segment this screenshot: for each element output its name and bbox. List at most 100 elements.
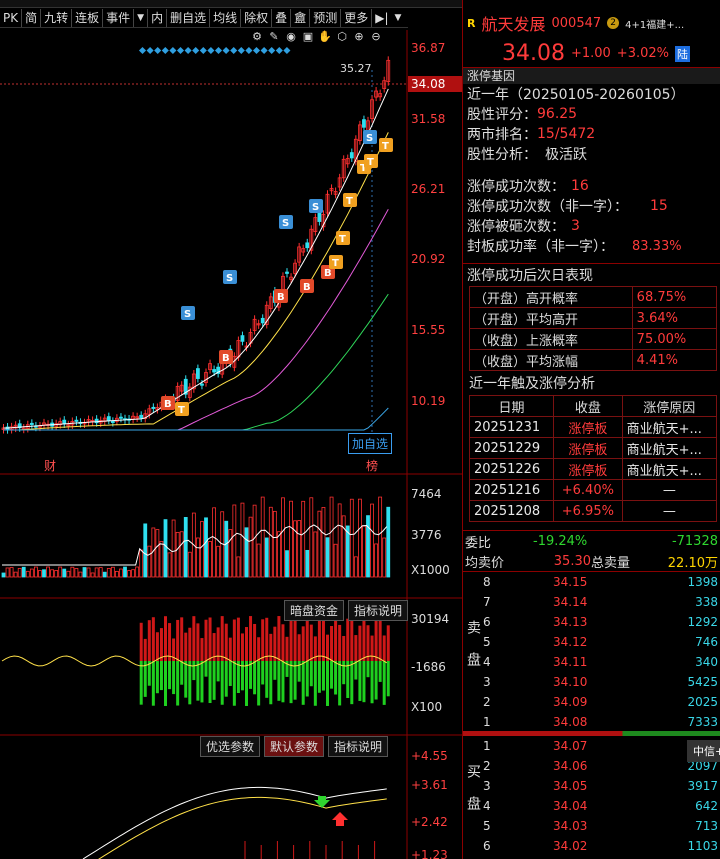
kline-chart-area[interactable]: SSSSSBBBBBTTTTTTT 36.87 34.08 31.58 26.2…: [0, 0, 462, 859]
inflow-bar: [370, 635, 374, 661]
stock-name[interactable]: 航天发展: [481, 11, 545, 35]
next-day-label: （收盘）上涨概率: [469, 328, 633, 350]
candle-body: [195, 368, 200, 379]
sell-row[interactable]: 8 34.15 1398: [483, 572, 720, 592]
order-book: 委比 -19.24% -71328 均卖价 35.30 总卖量 22.10万 卖…: [463, 530, 720, 856]
inflow-bar: [301, 626, 305, 661]
sell-volume: 338: [695, 595, 718, 609]
volume-bar: [252, 504, 257, 578]
inflow-bar: [289, 619, 293, 661]
dragon-tiger-list-marker[interactable]: 榜: [366, 458, 378, 473]
volume-bar: [349, 498, 354, 578]
volume-bar: [34, 566, 38, 578]
score-line: 股性评分： 96.25: [467, 104, 720, 124]
buy-row[interactable]: 6 34.02 1103: [483, 836, 720, 856]
sell-volume: 2025: [687, 695, 718, 709]
next-day-row: （收盘）平均涨幅 4.41%: [469, 349, 718, 371]
limit-analysis-table: 日期 收盘 涨停原因 20251231 涨停板 商业航天+... 20251229 涨…: [468, 395, 718, 522]
stock-header: R 航天发展 000547 2 4+1福建+...: [463, 0, 720, 40]
inflow-bar: [236, 617, 240, 661]
sell-row[interactable]: 6 34.13 1292: [483, 612, 720, 632]
buy-row[interactable]: 2 34.06 2097: [483, 756, 720, 776]
table-row[interactable]: 20251216 +6.40% —: [468, 479, 718, 501]
inflow-bar: [208, 617, 212, 661]
table-row[interactable]: 20251208 +6.95% —: [468, 500, 718, 522]
candle-body: [305, 242, 310, 249]
outflow-bar: [342, 661, 346, 685]
tag-count-badge: 2: [607, 17, 620, 29]
volume-bar: [212, 507, 217, 578]
volume-bar: [301, 500, 306, 578]
sell-row[interactable]: 5 34.12 746: [483, 632, 720, 652]
indicator-help-button[interactable]: 指标说明: [328, 736, 389, 757]
buy-row[interactable]: 4 34.04 642: [483, 796, 720, 816]
sell-row[interactable]: 2 34.09 2025: [483, 692, 720, 712]
outflow-bar: [362, 661, 366, 703]
buy-level: 3: [483, 779, 491, 793]
table-row[interactable]: 20251231 涨停板 商业航天+...: [468, 416, 718, 438]
outflow-bar: [358, 661, 362, 701]
volume-bar: [195, 537, 200, 578]
sell-row[interactable]: 7 34.14 338: [483, 592, 720, 612]
volume-bar: [362, 525, 366, 578]
table-row[interactable]: 20251226 涨停板 商业航天+...: [468, 458, 718, 480]
event-diamond-marker: [192, 46, 200, 55]
sell-row[interactable]: 4 34.11 340: [483, 652, 720, 672]
broken-line: 涨停被砸次数： 3: [467, 216, 720, 236]
sell-level: 4: [483, 655, 491, 669]
oscillator-signal-line: [98, 796, 387, 859]
signal-marker-label: T: [367, 157, 374, 168]
sell-price: 34.14: [553, 595, 588, 609]
candle-body: [119, 416, 123, 419]
buy-volume: 713: [695, 819, 718, 833]
dark-pool-button[interactable]: 暗盘资金: [284, 600, 345, 621]
inflow-bar: [257, 637, 261, 661]
volume-bar: [232, 504, 237, 578]
volume-bar: [374, 543, 379, 578]
optimal-params-button[interactable]: 优选参数: [200, 736, 261, 757]
volume-bar: [216, 545, 221, 578]
volume-unit-label: X1000: [411, 563, 450, 577]
default-params-button[interactable]: 默认参数: [264, 736, 325, 757]
signal-marker-label: S: [226, 273, 233, 284]
buy-row[interactable]: 3 34.05 3917: [483, 776, 720, 796]
sell-volume: 340: [695, 655, 718, 669]
add-watchlist-button[interactable]: 加自选: [348, 433, 393, 454]
inflow-bar: [245, 627, 248, 661]
financial-report-marker[interactable]: 财: [44, 459, 56, 473]
rank-value: 15/5472: [537, 126, 596, 142]
sell-row[interactable]: 3 34.10 5425: [483, 672, 720, 692]
volume-bar: [135, 566, 140, 578]
concept-tag[interactable]: 4+1福建+...: [625, 16, 684, 31]
sell-price: 34.12: [553, 635, 588, 649]
outflow-bar: [301, 661, 305, 705]
avg-sell-price: 35.30: [553, 553, 591, 569]
volume-bar: [204, 517, 208, 578]
money-flow-chart: [1, 616, 390, 706]
outflow-bar: [317, 661, 321, 693]
inflow-bar: [334, 616, 338, 661]
signal-marker-label: S: [366, 133, 373, 144]
broker-tooltip[interactable]: 中信+: [687, 740, 720, 762]
inflow-bar: [277, 616, 281, 661]
sell-row[interactable]: 1 34.08 7333: [483, 712, 720, 732]
oscillator-chart: [82, 786, 387, 859]
volume-bar: [240, 502, 245, 578]
table-row[interactable]: 20251229 涨停板 商业航天+...: [468, 437, 718, 459]
candle-body: [317, 211, 322, 222]
buy-row[interactable]: 1 34.07: [483, 736, 720, 756]
volume-bar: [13, 571, 18, 578]
inflow-bar: [143, 638, 147, 661]
date-cell: 20251231: [468, 416, 555, 438]
price-axis-label: 26.21: [411, 182, 445, 196]
limit-gene-title[interactable]: 涨停基因: [463, 68, 720, 84]
volume-bar: [66, 570, 71, 578]
event-diamond-marker: [176, 46, 185, 55]
success-non-line: 涨停成功次数（非一字）： 15: [467, 196, 720, 216]
buy-level: 4: [483, 799, 491, 813]
sell-price: 34.08: [553, 715, 588, 729]
signal-marker-label: B: [277, 292, 285, 303]
buy-row[interactable]: 5 34.03 713: [483, 816, 720, 836]
inflow-bar: [180, 617, 184, 661]
indicator-help-button[interactable]: 指标说明: [348, 600, 409, 621]
